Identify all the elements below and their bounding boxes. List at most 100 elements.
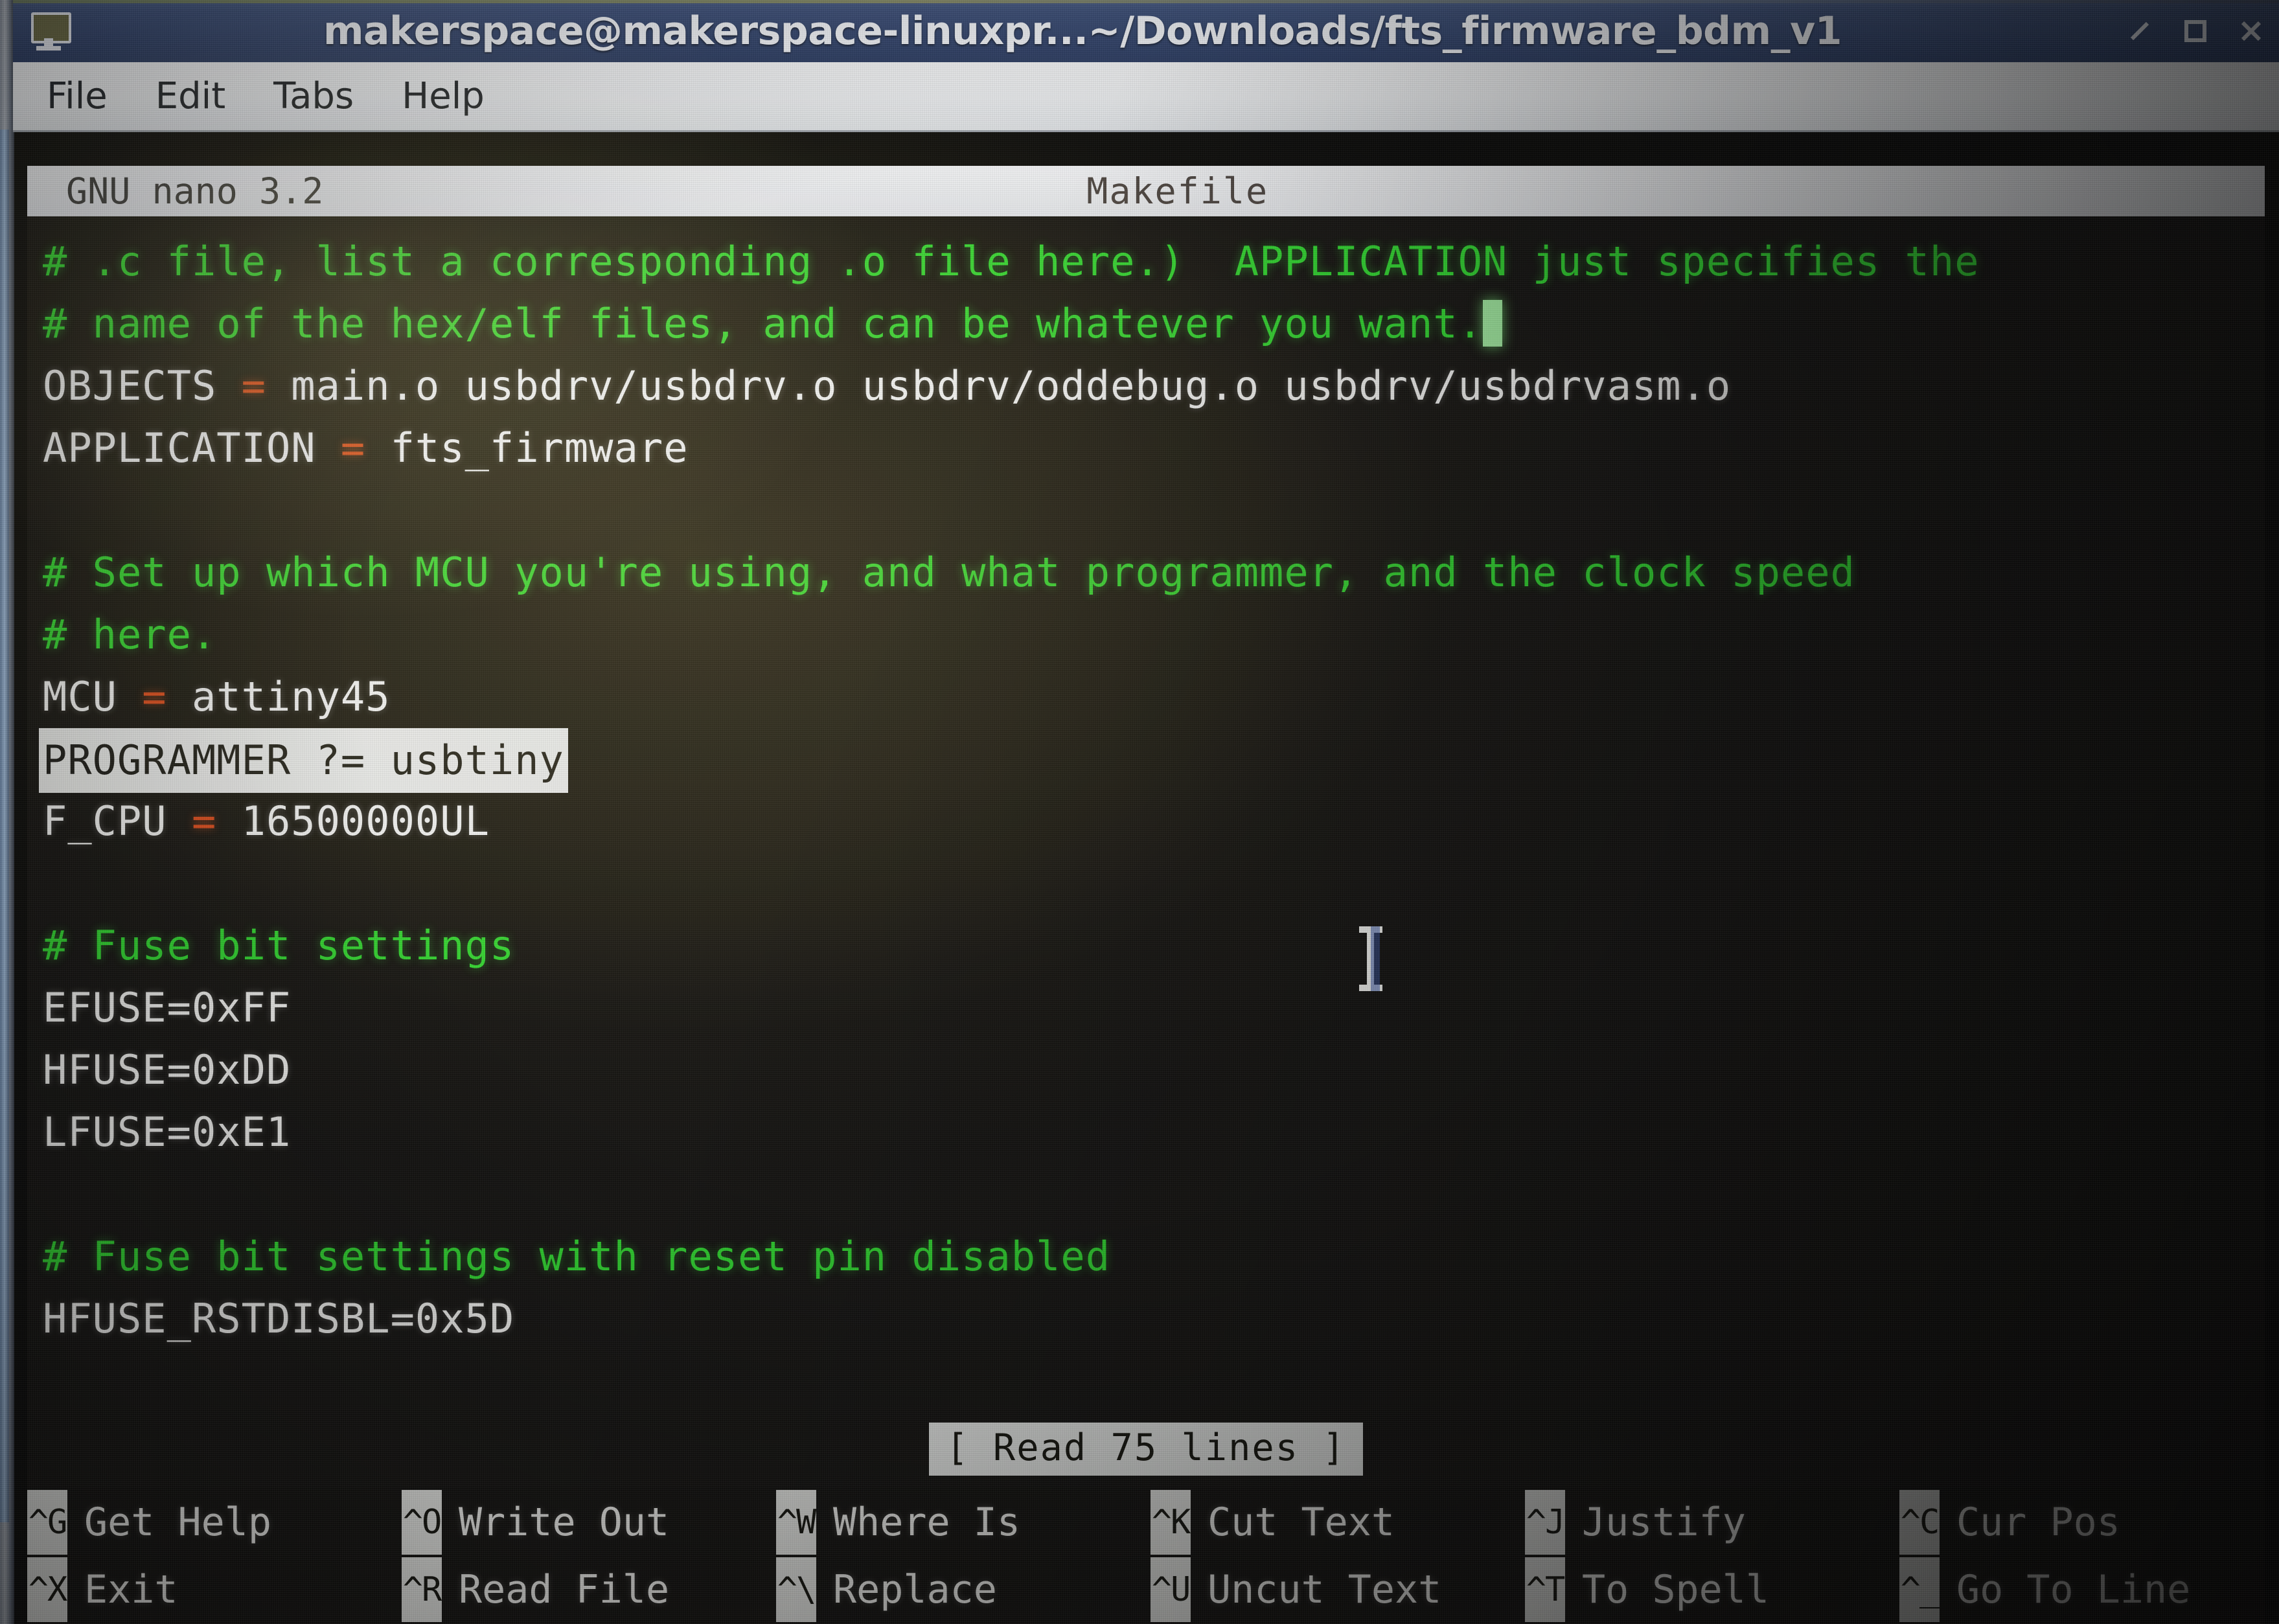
variable-name: APPLICATION bbox=[43, 424, 316, 472]
shortcut-cur-pos[interactable]: ^C Cur Pos bbox=[1899, 1490, 2265, 1555]
shortcut-label: Read File bbox=[459, 1567, 670, 1612]
shortcut-label: Cut Text bbox=[1208, 1500, 1395, 1545]
editor-blank-line bbox=[27, 479, 2265, 542]
terminal-window: makerspace@makerspace-linuxpr...~/Downlo… bbox=[13, 0, 2279, 1624]
comment-text: # name of the hex/elf files, and can be … bbox=[43, 300, 1483, 347]
shortcut-key-chip: ^G bbox=[27, 1490, 67, 1555]
maximize-button[interactable] bbox=[2168, 0, 2223, 62]
shortcut-label: Replace bbox=[833, 1567, 997, 1612]
text-caret bbox=[1482, 300, 1502, 347]
shortcut-replace[interactable]: ^\ Replace bbox=[776, 1557, 1151, 1622]
editor-line: OBJECTS = main.o usbdrv/usbdrv.o usbdrv/… bbox=[27, 355, 2265, 417]
variable-value: main.o usbdrv/usbdrv.o usbdrv/oddebug.o … bbox=[291, 362, 1732, 409]
editor-line: # Fuse bit settings bbox=[27, 915, 2265, 977]
shortcut-read-file[interactable]: ^R Read File bbox=[402, 1557, 776, 1622]
minimize-button[interactable] bbox=[2112, 0, 2168, 62]
shortcut-key-chip: ^\ bbox=[776, 1557, 816, 1622]
shortcut-label: Cur Pos bbox=[1956, 1500, 2120, 1545]
shortcut-uncut-text[interactable]: ^U Uncut Text bbox=[1151, 1557, 1525, 1622]
shortcut-key-chip: ^U bbox=[1151, 1557, 1191, 1622]
comment-text: # Set up which MCU you're using, and wha… bbox=[43, 549, 1855, 596]
shortcut-label: To Spell bbox=[1582, 1567, 1769, 1612]
shortcut-justify[interactable]: ^J Justify bbox=[1525, 1490, 1899, 1555]
shortcut-label: Go To Line bbox=[1956, 1567, 2191, 1612]
variable-value: 16500000UL bbox=[241, 797, 490, 845]
shortcut-key-chip: ^R bbox=[402, 1557, 442, 1622]
editor-line: PROGRAMMER ?= usbtiny bbox=[27, 728, 2265, 793]
shortcut-key-chip: ^W bbox=[776, 1490, 816, 1555]
terminal-monitor-icon bbox=[27, 10, 73, 52]
variable-name: MCU bbox=[43, 673, 117, 720]
editor-line: # Fuse bit settings with reset pin disab… bbox=[27, 1226, 2265, 1288]
shortcut-row-1: ^G Get Help ^O Write Out ^W Where Is ^K Cut Tex… bbox=[27, 1489, 2265, 1556]
shortcut-row-2: ^X Exit ^R Read File ^\ Replace ^U Uncut Text ^T… bbox=[27, 1556, 2265, 1623]
editor-line: # here. bbox=[27, 604, 2265, 666]
menu-item-file[interactable]: File bbox=[47, 75, 108, 117]
shortcut-label: Justify bbox=[1582, 1500, 1746, 1545]
editor-blank-line bbox=[27, 852, 2265, 915]
code-text: LFUSE=0xE1 bbox=[43, 1108, 292, 1156]
shortcut-to-spell[interactable]: ^T To Spell bbox=[1525, 1557, 1899, 1622]
menu-item-help[interactable]: Help bbox=[402, 75, 485, 117]
nano-shortcut-bar: ^G Get Help ^O Write Out ^W Where Is ^K Cut Tex… bbox=[27, 1487, 2265, 1624]
code-text: HFUSE_RSTDISBL=0x5D bbox=[43, 1295, 515, 1342]
nano-filename: Makefile bbox=[1086, 170, 1269, 212]
editor-line: F_CPU = 16500000UL bbox=[27, 790, 2265, 852]
terminal-body[interactable]: # .c file, list a corresponding .o file … bbox=[27, 216, 2265, 1490]
shortcut-label: Write Out bbox=[459, 1500, 670, 1545]
window-titlebar[interactable]: makerspace@makerspace-linuxpr...~/Downlo… bbox=[13, 0, 2279, 62]
editor-text-area[interactable]: # .c file, list a corresponding .o file … bbox=[27, 231, 2265, 1350]
variable-name: F_CPU bbox=[43, 797, 167, 845]
selected-line-text[interactable]: PROGRAMMER ?= usbtiny bbox=[39, 728, 568, 793]
assignment-operator: = bbox=[117, 673, 192, 720]
menu-item-tabs[interactable]: Tabs bbox=[273, 75, 354, 117]
shortcut-label: Get Help bbox=[84, 1500, 271, 1545]
menubar: File Edit Tabs Help bbox=[13, 62, 2279, 132]
shortcut-key-chip: ^_ bbox=[1899, 1557, 1940, 1622]
shortcut-key-chip: ^K bbox=[1151, 1490, 1191, 1555]
shortcut-exit[interactable]: ^X Exit bbox=[27, 1557, 402, 1622]
comment-text: # Fuse bit settings bbox=[43, 922, 515, 969]
assignment-operator: = bbox=[216, 362, 292, 409]
status-message: [ Read 75 lines ] bbox=[929, 1423, 1363, 1476]
editor-line: HFUSE=0xDD bbox=[27, 1039, 2265, 1101]
shortcut-label: Exit bbox=[84, 1567, 178, 1612]
shortcut-label: Where Is bbox=[833, 1500, 1020, 1545]
editor-line: # Set up which MCU you're using, and wha… bbox=[27, 542, 2265, 604]
code-text: EFUSE=0xFF bbox=[43, 984, 292, 1031]
variable-value: fts_firmware bbox=[390, 424, 689, 472]
nano-version: GNU nano 3.2 bbox=[66, 170, 324, 212]
assignment-operator: = bbox=[315, 424, 391, 472]
editor-line: EFUSE=0xFF bbox=[27, 977, 2265, 1039]
nano-header-bar: GNU nano 3.2 Makefile bbox=[27, 166, 2265, 216]
shortcut-key-chip: ^X bbox=[27, 1557, 67, 1622]
editor-line: MCU = attiny45 bbox=[27, 666, 2265, 728]
editor-line: # .c file, list a corresponding .o file … bbox=[27, 231, 2265, 293]
menu-item-edit[interactable]: Edit bbox=[155, 75, 225, 117]
variable-value: attiny45 bbox=[191, 673, 391, 720]
code-text: HFUSE=0xDD bbox=[43, 1046, 292, 1093]
variable-name: OBJECTS bbox=[43, 362, 217, 409]
close-button[interactable] bbox=[2223, 0, 2279, 62]
editor-line: APPLICATION = fts_firmware bbox=[27, 417, 2265, 479]
shortcut-key-chip: ^C bbox=[1899, 1490, 1940, 1555]
shortcut-label: Uncut Text bbox=[1208, 1567, 1442, 1612]
screen-photo: makerspace@makerspace-linuxpr...~/Downlo… bbox=[0, 0, 2279, 1624]
editor-line: HFUSE_RSTDISBL=0x5D bbox=[27, 1288, 2265, 1350]
editor-line: LFUSE=0xE1 bbox=[27, 1101, 2265, 1163]
shortcut-write-out[interactable]: ^O Write Out bbox=[402, 1490, 776, 1555]
shortcut-cut-text[interactable]: ^K Cut Text bbox=[1151, 1490, 1525, 1555]
shortcut-go-to-line[interactable]: ^_ Go To Line bbox=[1899, 1557, 2265, 1622]
comment-text: # here. bbox=[43, 611, 217, 658]
shortcut-where-is[interactable]: ^W Where Is bbox=[776, 1490, 1151, 1555]
background-window-edge-inner bbox=[0, 130, 9, 1522]
comment-text: # Fuse bit settings with reset pin disab… bbox=[43, 1233, 1111, 1280]
text-ibeam-cursor bbox=[1358, 924, 1384, 994]
shortcut-key-chip: ^J bbox=[1525, 1490, 1565, 1555]
nano-status-message-row: [ Read 75 lines ] bbox=[13, 1423, 2279, 1476]
assignment-operator: = bbox=[166, 797, 242, 845]
shortcut-get-help[interactable]: ^G Get Help bbox=[27, 1490, 402, 1555]
editor-line: # name of the hex/elf files, and can be … bbox=[27, 293, 2265, 355]
shortcut-key-chip: ^T bbox=[1525, 1557, 1565, 1622]
comment-text: # .c file, list a corresponding .o file … bbox=[43, 238, 1980, 285]
